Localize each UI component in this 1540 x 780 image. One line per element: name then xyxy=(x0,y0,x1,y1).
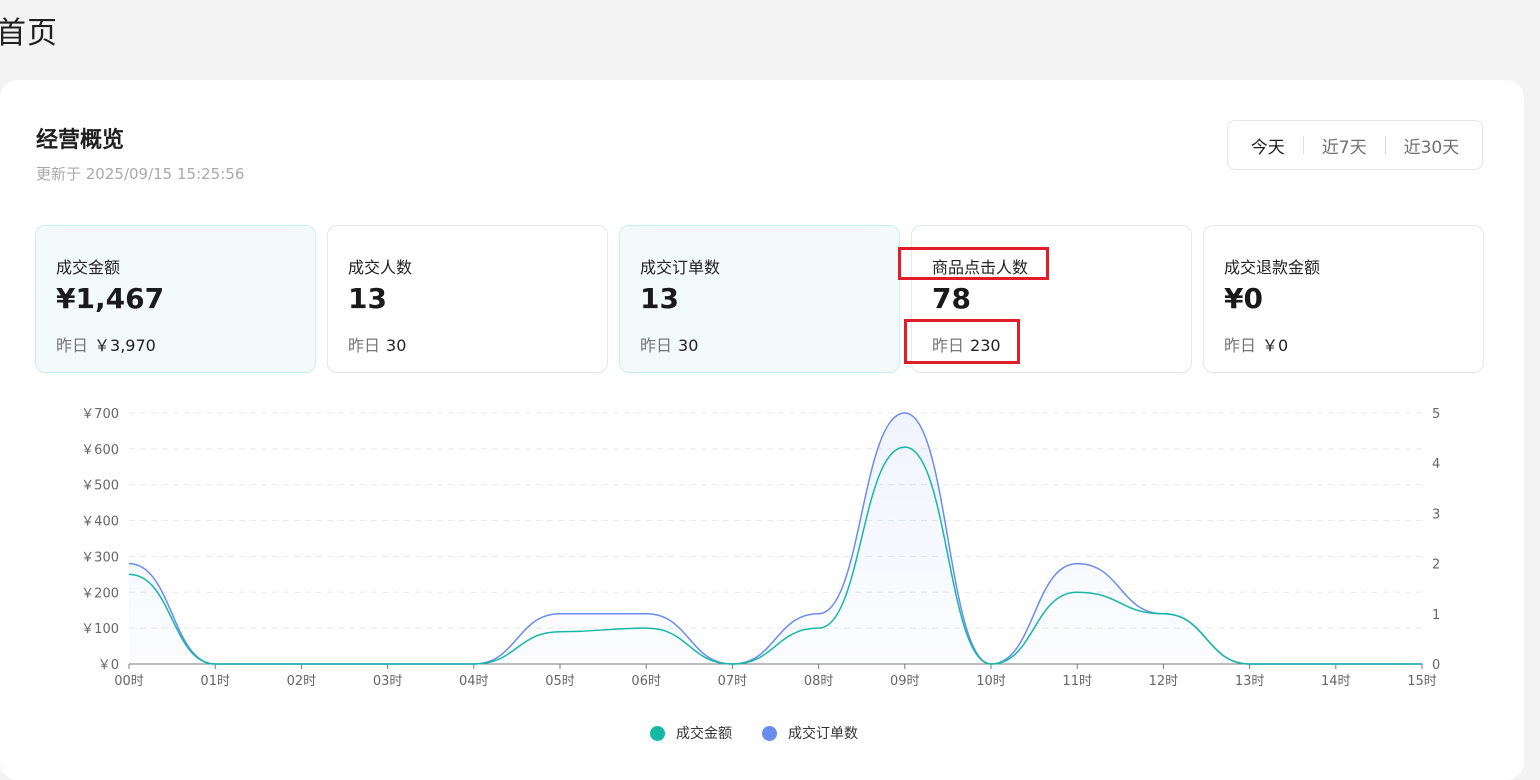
range-30-days[interactable]: 近30天 xyxy=(1386,133,1478,158)
metric-label: 成交退款金额 xyxy=(1224,258,1321,277)
x-tick-label: 15时 xyxy=(1407,674,1437,689)
metric-value: ¥1,467 xyxy=(56,282,165,315)
section-title: 经营概览 xyxy=(36,128,125,153)
metric-card-refund-amount[interactable]: 成交退款金额 ¥0 昨日 ￥0 xyxy=(1203,225,1484,373)
y-left-tick-label: ￥0 xyxy=(98,658,119,673)
series-line-sales-amount xyxy=(128,446,1422,665)
metric-value: 13 xyxy=(640,282,679,315)
x-tick-label: 10时 xyxy=(976,674,1006,689)
range-today[interactable]: 今天 xyxy=(1233,133,1303,158)
chart-legend: 成交金额 成交订单数 xyxy=(650,723,888,743)
x-tick-label: 09时 xyxy=(890,674,920,689)
annotation-box-click-compare xyxy=(904,319,1020,364)
x-tick-label: 11时 xyxy=(1062,674,1092,689)
x-tick-label: 07时 xyxy=(718,674,748,689)
y-right-tick-label: 4 xyxy=(1432,457,1440,472)
range-7-days[interactable]: 近7天 xyxy=(1304,133,1385,158)
y-right-tick-label: 2 xyxy=(1432,558,1440,573)
metric-compare: 昨日 30 xyxy=(348,332,406,356)
metric-card-buyers[interactable]: 成交人数 13 昨日 30 xyxy=(327,225,608,373)
metric-value: 13 xyxy=(348,282,387,315)
y-left-tick-label: ￥500 xyxy=(81,479,119,494)
metric-compare: 昨日 ￥3,970 xyxy=(56,332,156,356)
x-tick-label: 03时 xyxy=(373,674,403,689)
y-left-tick-label: ￥200 xyxy=(81,586,119,601)
x-tick-label: 08时 xyxy=(804,674,834,689)
series-area-orders xyxy=(129,413,1422,664)
compare-value: 30 xyxy=(678,336,699,355)
compare-prefix: 昨日 xyxy=(56,336,89,355)
y-left-tick-label: ￥700 xyxy=(81,407,119,422)
x-tick-label: 12时 xyxy=(1149,674,1179,689)
x-tick-label: 00时 xyxy=(114,674,144,689)
legend-label: 成交订单数 xyxy=(788,726,858,742)
compare-prefix: 昨日 xyxy=(1224,336,1257,355)
metric-compare: 昨日 30 xyxy=(640,332,698,356)
y-right-tick-label: 1 xyxy=(1432,608,1440,623)
y-left-tick-label: ￥400 xyxy=(81,515,119,530)
legend-item-orders[interactable]: 成交订单数 xyxy=(762,723,858,743)
compare-prefix: 昨日 xyxy=(348,336,381,355)
legend-label: 成交金额 xyxy=(676,726,732,742)
metric-label: 成交人数 xyxy=(348,258,413,277)
compare-prefix: 昨日 xyxy=(640,336,673,355)
compare-value: 30 xyxy=(386,336,407,355)
date-range-switch: 今天 近7天 近30天 xyxy=(1227,120,1483,170)
y-left-tick-label: ￥100 xyxy=(81,622,119,637)
x-tick-label: 13时 xyxy=(1235,674,1265,689)
compare-value: ￥0 xyxy=(1262,336,1289,355)
y-right-tick-label: 5 xyxy=(1432,407,1440,422)
metric-value: ¥0 xyxy=(1224,282,1263,315)
trend-chart: ￥0 ￥100 ￥200 ￥300 ￥400 ￥500 ￥600 ￥700 0 1 2 3 4 5 00时 0… xyxy=(81,407,1440,689)
metric-label: 成交订单数 xyxy=(640,258,721,277)
x-tick-label: 06时 xyxy=(631,674,661,689)
metric-value: 78 xyxy=(932,282,971,315)
x-tick-label: 14时 xyxy=(1321,674,1351,689)
series-line-orders xyxy=(128,412,1422,665)
y-right-tick-label: 3 xyxy=(1432,507,1440,522)
annotation-box-click-label xyxy=(898,247,1049,280)
y-right-tick-label: 0 xyxy=(1432,658,1440,673)
legend-dot xyxy=(650,725,665,741)
legend-item-sales-amount[interactable]: 成交金额 xyxy=(650,723,732,743)
y-left-tick-label: ￥300 xyxy=(81,550,119,565)
x-tick-label: 01时 xyxy=(200,674,230,689)
legend-dot xyxy=(762,725,777,741)
y-left-tick-label: ￥600 xyxy=(81,443,119,458)
metric-card-sales-amount[interactable]: 成交金额 ¥1,467 昨日 ￥3,970 xyxy=(35,225,316,373)
metric-label: 成交金额 xyxy=(56,258,121,277)
page-title: 首页 xyxy=(0,16,58,51)
metric-card-orders[interactable]: 成交订单数 13 昨日 30 xyxy=(619,225,900,373)
compare-value: ￥3,970 xyxy=(94,336,156,355)
x-tick-label: 05时 xyxy=(545,674,575,689)
metric-compare: 昨日 ￥0 xyxy=(1224,332,1288,356)
x-tick-label: 04时 xyxy=(459,674,489,689)
updated-timestamp: 更新于 2025/09/15 15:25:56 xyxy=(36,165,245,183)
x-tick-label: 02时 xyxy=(287,674,317,689)
